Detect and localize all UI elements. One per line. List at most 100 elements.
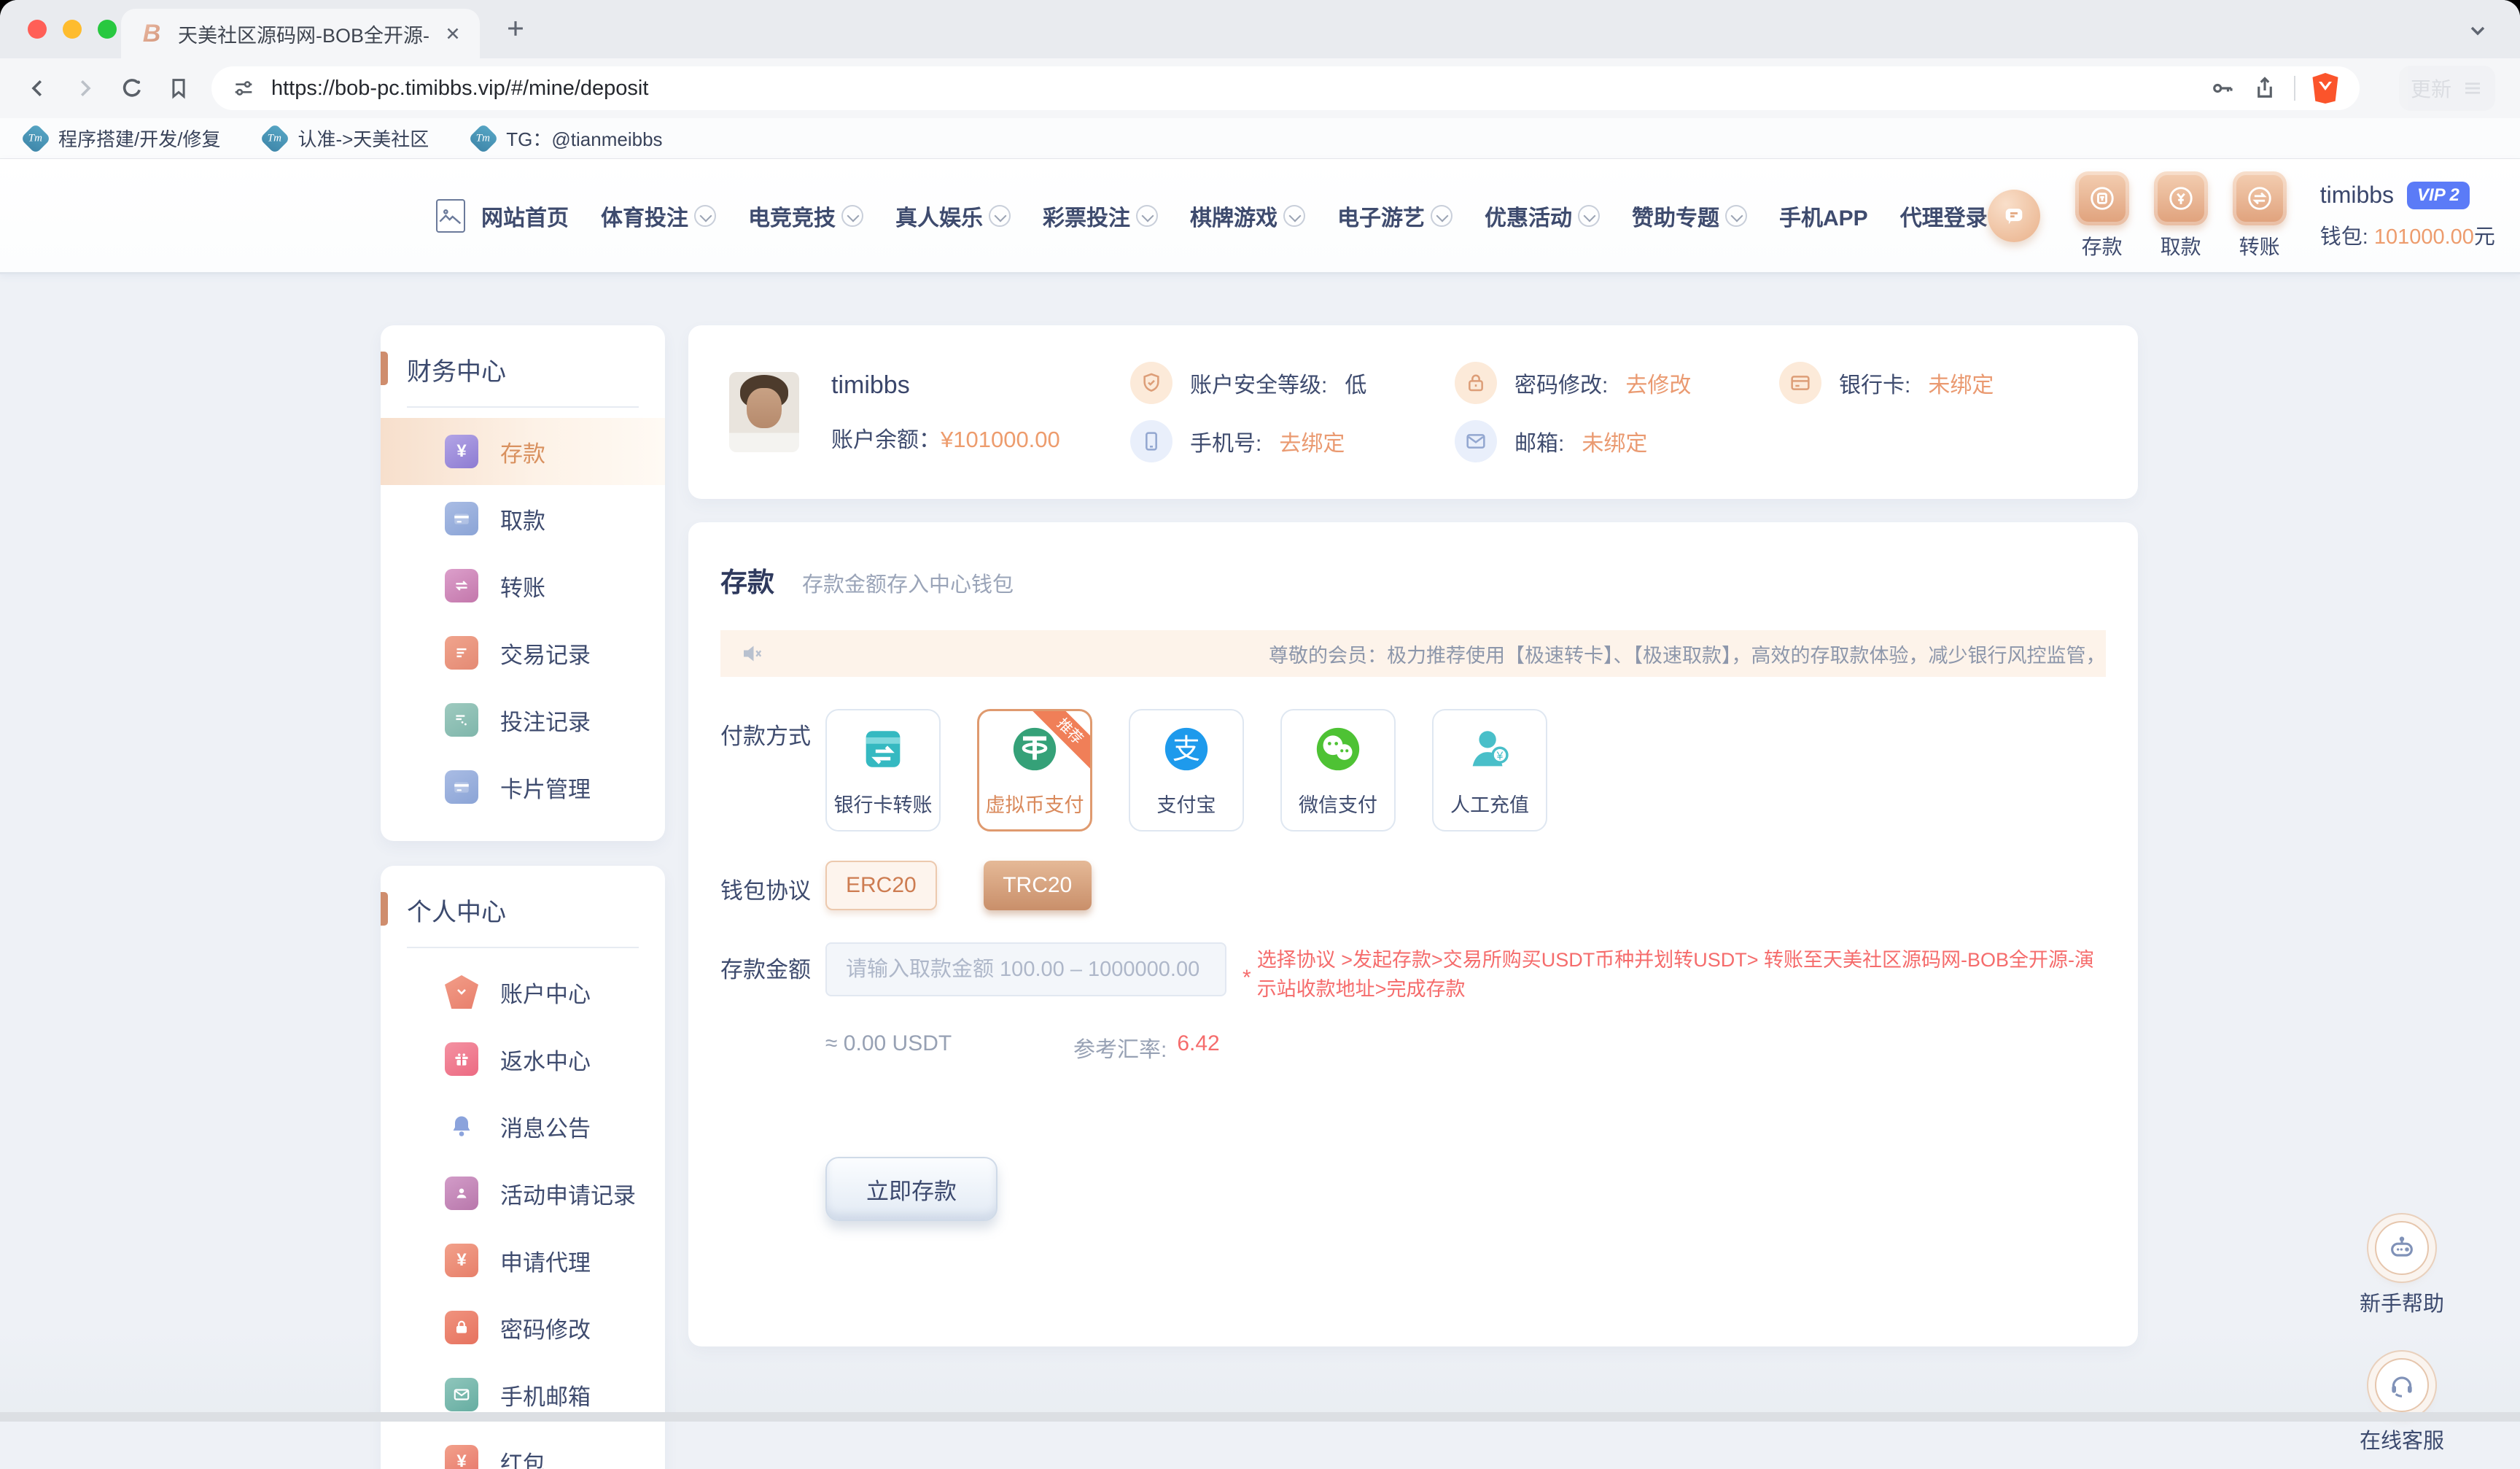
new-tab-icon[interactable] <box>503 16 528 41</box>
update-label: 更新 <box>2411 74 2451 103</box>
chevron-down-icon <box>841 205 863 227</box>
sidebar-item-activity-applications[interactable]: 活动申请记录 <box>381 1160 665 1227</box>
quick-transfer-button[interactable]: 转账 <box>2233 171 2287 260</box>
finance-center-card: 财务中心 ¥ 存款 取款 <box>381 325 665 841</box>
vip-badge: VIP 2 <box>2407 182 2470 209</box>
browser-update-button[interactable]: 更新 <box>2399 66 2495 111</box>
deposit-instruction-text: 选择协议 >发起存款>交易所购买USDT币种并划转USDT> 转账至天美社区源码… <box>1257 945 2096 1004</box>
method-alipay[interactable]: 支 支付宝 <box>1129 709 1244 832</box>
nav-item-live-casino[interactable]: 真人娱乐 <box>895 200 1011 232</box>
close-window-button[interactable] <box>28 20 47 39</box>
browser-window: 天美社区源码网-BOB全开源-演 https://b <box>0 0 2520 1469</box>
robot-help-icon[interactable] <box>2375 1221 2429 1275</box>
sidebar-item-account-center[interactable]: 账户中心 <box>381 958 665 1026</box>
share-icon[interactable] <box>2252 75 2278 101</box>
forward-icon[interactable] <box>71 75 98 101</box>
sidebar-item-transaction-history[interactable]: 交易记录 <box>381 619 665 686</box>
sidebar-item-bet-history[interactable]: 投注记录 <box>381 686 665 753</box>
protocol-trc20-button[interactable]: TRC20 <box>984 861 1092 910</box>
envelope-yen-icon: ¥ <box>445 1244 478 1277</box>
bind-phone-link[interactable]: 去绑定 <box>1279 425 1345 457</box>
nav-item-promotions[interactable]: 优惠活动 <box>1485 200 1600 232</box>
browser-tab[interactable]: 天美社区源码网-BOB全开源-演 <box>121 9 480 58</box>
sidebar-item-transfer[interactable]: 转账 <box>381 552 665 619</box>
profile-balance: 账户余额：¥101000.00 <box>831 422 1050 454</box>
quick-withdraw-button[interactable]: 取款 <box>2154 171 2208 260</box>
window-controls <box>28 20 117 39</box>
sidebar-item-change-password[interactable]: 密码修改 <box>381 1294 665 1361</box>
sidebar-item-rebate-center[interactable]: 返水中心 <box>381 1026 665 1093</box>
nav-item-slots[interactable]: 电子游艺 <box>1337 200 1452 232</box>
bookmark-icon[interactable] <box>166 76 191 101</box>
nav-item-mobile-app[interactable]: 手机APP <box>1779 200 1868 232</box>
password-key-icon[interactable] <box>2209 75 2236 101</box>
url-bar[interactable]: https://bob-pc.timibbs.vip/#/mine/deposi… <box>211 66 2360 110</box>
nav-item-lottery[interactable]: 彩票投注 <box>1043 200 1158 232</box>
document-lines-icon <box>445 636 478 670</box>
deposit-panel: 存款 存款金额存入中心钱包 尊敬的会员：极力推荐使用【极速转卡】、【极速取款】，… <box>688 522 2138 1346</box>
chevron-down-icon <box>1283 205 1305 227</box>
chevron-down-icon <box>989 205 1011 227</box>
nav-item-sports[interactable]: 体育投注 <box>601 200 716 232</box>
sidebar-item-red-packet[interactable]: ¥ 红包 <box>381 1428 665 1469</box>
tab-search-chevron-icon[interactable] <box>2466 19 2489 42</box>
method-manual-topup[interactable]: ¥ 人工充值 <box>1432 709 1547 832</box>
submit-deposit-button[interactable]: 立即存款 <box>825 1157 998 1221</box>
brave-shield-icon[interactable] <box>2311 73 2339 104</box>
password-change-item: 密码修改: 去修改 <box>1455 362 1779 404</box>
payment-method-label: 付款方式 <box>720 709 825 751</box>
reload-icon[interactable] <box>118 74 146 102</box>
bind-bankcard-link[interactable]: 未绑定 <box>1928 367 1994 399</box>
url-text[interactable]: https://bob-pc.timibbs.vip/#/mine/deposi… <box>271 77 2193 101</box>
nav-item-board-games[interactable]: 棋牌游戏 <box>1190 200 1305 232</box>
close-tab-icon[interactable] <box>443 24 462 43</box>
nav-item-esports[interactable]: 电竞竞技 <box>748 200 863 232</box>
nav-item-agent-login[interactable]: 代理登录 <box>1900 200 1988 232</box>
chat-message-button[interactable] <box>1988 190 2040 242</box>
converted-usdt-value: ≈ 0.00 USDT <box>825 1031 1073 1063</box>
sidebar-item-card-management[interactable]: 卡片管理 <box>381 753 665 821</box>
chevron-down-icon <box>694 205 716 227</box>
user-block: timibbs VIP 2 钱包: 101000.00元 <box>2320 182 2495 250</box>
bookmark-item[interactable]: Tm TG：@tianmeibbs <box>472 125 662 152</box>
bookmark-item[interactable]: Tm 程序搭建/开发/修复 <box>25 125 220 152</box>
method-wechat-pay[interactable]: 微信支付 <box>1280 709 1396 832</box>
sidebar-item-withdraw[interactable]: 取款 <box>381 485 665 552</box>
sidebar: 财务中心 ¥ 存款 取款 <box>381 325 665 1422</box>
required-asterisk: * <box>1242 966 1251 991</box>
online-support-button[interactable]: 在线客服 <box>2360 1358 2444 1454</box>
bankcard-bind-item: 银行卡: 未绑定 <box>1779 362 2104 404</box>
method-crypto[interactable]: 推荐 虚拟币支付 <box>977 709 1092 832</box>
bet-record-icon <box>445 703 478 737</box>
bell-icon <box>445 1109 478 1143</box>
bind-email-link[interactable]: 未绑定 <box>1582 425 1647 457</box>
phone-icon <box>1130 420 1172 462</box>
transfer-arrows-icon <box>445 569 478 602</box>
tab-title: 天美社区源码网-BOB全开源-演 <box>178 20 430 48</box>
minimize-window-button[interactable] <box>63 20 82 39</box>
deposit-amount-row: 存款金额 * 选择协议 >发起存款>交易所购买USDT币种并划转USDT> 转账… <box>720 942 2106 1004</box>
withdraw-icon <box>2154 171 2208 225</box>
rate-value: 6.42 <box>1177 1031 1219 1063</box>
newbie-help-button[interactable]: 新手帮助 <box>2360 1221 2444 1317</box>
sidebar-item-announcements[interactable]: 消息公告 <box>381 1093 665 1160</box>
zoom-window-button[interactable] <box>98 20 117 39</box>
finance-center-title: 财务中心 <box>407 352 639 408</box>
headset-icon[interactable] <box>2375 1358 2429 1412</box>
quick-deposit-button[interactable]: 存款 <box>2075 171 2129 260</box>
nav-item-home[interactable]: 网站首页 <box>481 200 569 232</box>
nav-item-sponsor[interactable]: 赞助专题 <box>1632 200 1747 232</box>
sidebar-item-apply-agent[interactable]: ¥ 申请代理 <box>381 1227 665 1294</box>
lock-icon <box>1455 362 1497 404</box>
security-level-value: 低 <box>1345 367 1366 399</box>
bookmark-item[interactable]: Tm 认准->天美社区 <box>264 125 429 152</box>
change-password-link[interactable]: 去修改 <box>1625 367 1691 399</box>
site-settings-tune-icon[interactable] <box>232 77 255 100</box>
deposit-amount-input[interactable] <box>825 942 1226 996</box>
sidebar-item-deposit[interactable]: ¥ 存款 <box>381 418 665 485</box>
wallet-balance: 钱包: 101000.00元 <box>2320 220 2495 250</box>
back-icon[interactable] <box>25 75 51 101</box>
method-bank-transfer[interactable]: 银行卡转账 <box>825 709 941 832</box>
protocol-erc20-button[interactable]: ERC20 <box>825 861 937 910</box>
site-header: 网站首页 体育投注 电竞竞技 真人娱乐 彩票投注 棋牌游戏 电子游艺 优惠活动 … <box>0 159 2520 274</box>
